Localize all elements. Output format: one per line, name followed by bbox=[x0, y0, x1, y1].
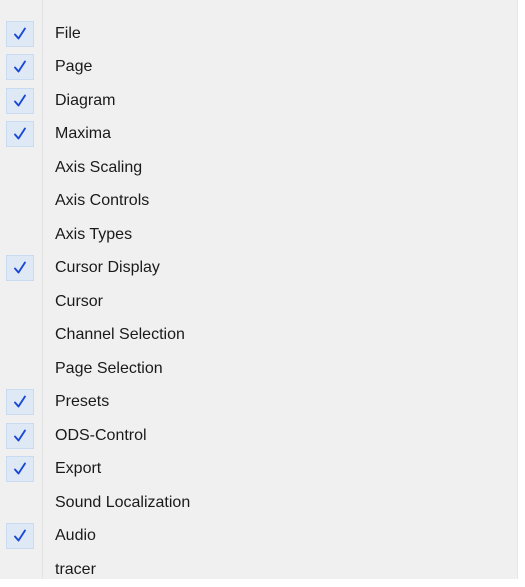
menu-item-label: tracer bbox=[55, 560, 96, 578]
menu-item-label: Sound Localization bbox=[55, 493, 191, 511]
menu-item-diagram[interactable]: Diagram bbox=[0, 84, 517, 118]
checkmark-box-empty bbox=[6, 155, 34, 181]
checkmark-box bbox=[6, 20, 34, 47]
menu-item-label: Maxima bbox=[55, 125, 112, 143]
menu-item-page-selection[interactable]: Page Selection bbox=[0, 352, 517, 386]
checkmark-icon bbox=[14, 529, 26, 542]
menu-item-label: Axis Types bbox=[55, 225, 133, 243]
menu-item-label: Page bbox=[55, 58, 93, 76]
checkmark-box bbox=[6, 523, 34, 550]
checkmark-icon bbox=[14, 462, 26, 475]
checkmark-icon bbox=[14, 429, 26, 442]
menu-item-ods-control[interactable]: ODS-Control bbox=[0, 419, 517, 453]
checkmark-box bbox=[6, 87, 34, 114]
checkmark-box-empty bbox=[6, 289, 34, 315]
checkmark-icon bbox=[14, 94, 26, 107]
checkmark-icon bbox=[14, 127, 26, 140]
menu-item-axis-controls[interactable]: Axis Controls bbox=[0, 185, 517, 219]
checkmark-box bbox=[6, 121, 34, 148]
checkmark-box bbox=[6, 54, 34, 81]
checkmark-box-empty bbox=[6, 222, 34, 248]
menu-item-label: Axis Scaling bbox=[55, 158, 143, 176]
menu-item-label: Channel Selection bbox=[55, 326, 185, 344]
checkmark-box bbox=[6, 456, 34, 483]
menu-item-cursor[interactable]: Cursor bbox=[0, 285, 517, 319]
menu-item-audio[interactable]: Audio bbox=[0, 520, 517, 554]
menu-item-cursor-display[interactable]: Cursor Display bbox=[0, 252, 517, 286]
menu-item-tracer[interactable]: tracer bbox=[0, 553, 517, 587]
menu-item-label: Cursor Display bbox=[55, 259, 160, 277]
toolbar-visibility-menu: File Page Diagram Maxima Axis Scaling Axis Co… bbox=[0, 0, 518, 579]
menu-item-axis-types[interactable]: Axis Types bbox=[0, 218, 517, 252]
menu-item-label: Presets bbox=[55, 393, 110, 411]
checkmark-box bbox=[6, 389, 34, 416]
menu-item-label: Page Selection bbox=[55, 359, 163, 377]
menu-item-sound-localization[interactable]: Sound Localization bbox=[0, 486, 517, 520]
checkmark-icon bbox=[14, 60, 26, 73]
menu-item-label: Diagram bbox=[55, 91, 116, 109]
menu-item-label: ODS-Control bbox=[55, 426, 147, 444]
menu-item-label: Axis Controls bbox=[55, 192, 150, 210]
checkmark-box bbox=[6, 255, 34, 282]
checkmark-box-empty bbox=[6, 490, 34, 516]
menu-item-label: File bbox=[55, 24, 81, 42]
menu-item-export[interactable]: Export bbox=[0, 453, 517, 487]
checkmark-box-empty bbox=[6, 322, 34, 348]
menu-item-axis-scaling[interactable]: Axis Scaling bbox=[0, 151, 517, 185]
menu-item-page[interactable]: Page bbox=[0, 51, 517, 85]
checkmark-icon bbox=[14, 261, 26, 274]
menu-item-channel-selection[interactable]: Channel Selection bbox=[0, 319, 517, 353]
menu-item-maxima[interactable]: Maxima bbox=[0, 118, 517, 152]
menu-item-presets[interactable]: Presets bbox=[0, 386, 517, 420]
menu-item-list: File Page Diagram Maxima Axis Scaling Axis Co… bbox=[0, 17, 517, 587]
menu-item-label: Audio bbox=[55, 527, 96, 545]
checkmark-box bbox=[6, 422, 34, 449]
menu-item-file[interactable]: File bbox=[0, 17, 517, 51]
checkmark-icon bbox=[14, 27, 26, 40]
menu-item-label: Cursor bbox=[55, 292, 104, 310]
checkmark-icon bbox=[14, 395, 26, 408]
checkmark-box-empty bbox=[6, 188, 34, 214]
checkmark-box-empty bbox=[6, 356, 34, 382]
menu-item-label: Export bbox=[55, 460, 102, 478]
